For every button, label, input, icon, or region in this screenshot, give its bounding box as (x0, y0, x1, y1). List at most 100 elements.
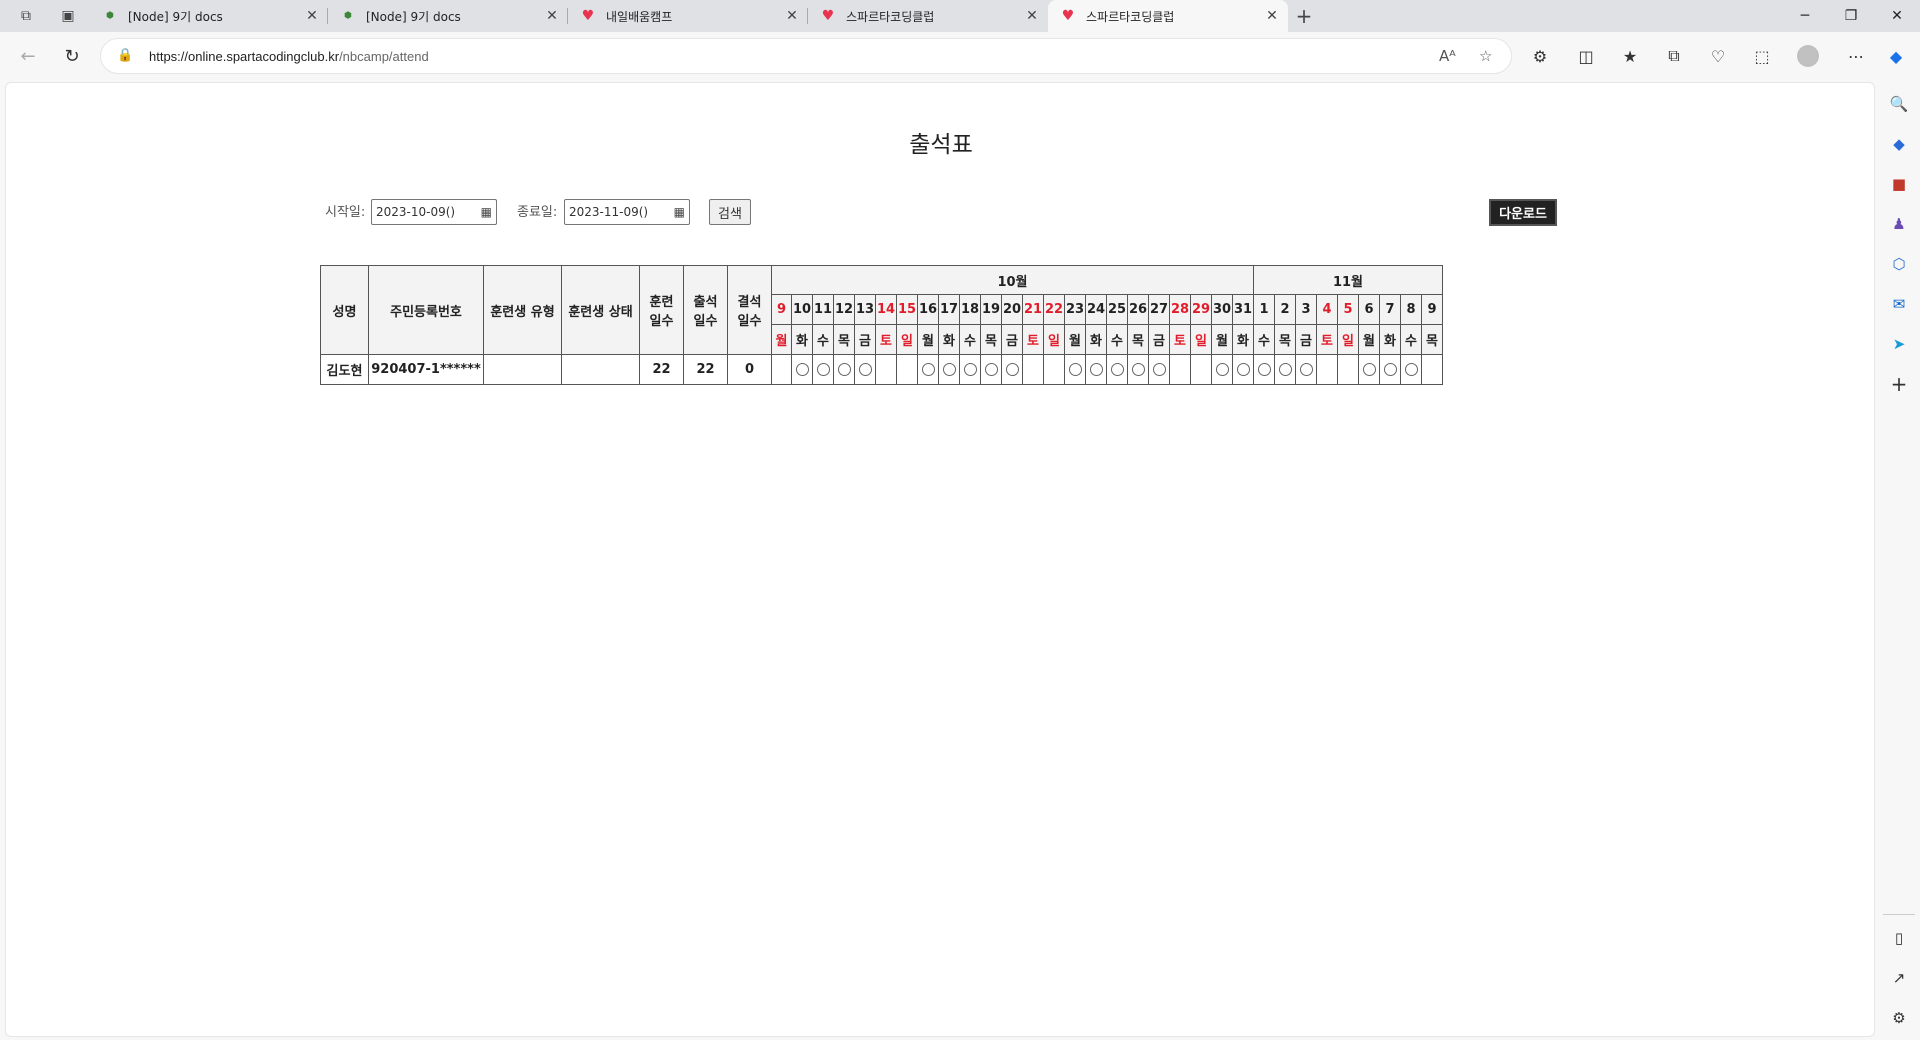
weekday-header: 수 (959, 324, 981, 355)
tab-spartacoding-1[interactable]: ♥ 스파르타코딩클럽 ✕ (808, 0, 1048, 32)
attendance-cell (1169, 354, 1191, 385)
day-header: 10 (791, 294, 813, 325)
profile-icon[interactable] (1796, 44, 1820, 68)
favorite-star-icon[interactable]: ☆ (1479, 47, 1492, 65)
day-header: 16 (917, 294, 939, 325)
add-sidebar-app-icon[interactable]: + (1887, 372, 1911, 396)
close-icon[interactable]: ✕ (782, 8, 802, 24)
attendance-cell (1358, 354, 1380, 385)
microsoft365-icon[interactable]: ⬡ (1887, 252, 1911, 276)
screenshot-icon[interactable]: ⬚ (1750, 44, 1774, 68)
tab-actions-icon[interactable]: ▣ (56, 4, 80, 28)
hide-sidebar-icon[interactable]: ▯ (1887, 926, 1911, 950)
external-link-icon[interactable]: ↗ (1887, 966, 1911, 990)
copilot-icon[interactable]: ◆ (1884, 44, 1908, 68)
attendance-cell (1022, 354, 1044, 385)
more-menu-icon[interactable]: ⋯ (1844, 44, 1868, 68)
attendance-cell (1421, 354, 1443, 385)
heart-icon: ♥ (1061, 8, 1075, 24)
split-screen-icon[interactable]: ◫ (1574, 44, 1598, 68)
address-bar[interactable]: 🔒 https://online.spartacodingclub.kr/nbc… (100, 38, 1512, 74)
day-header: 7 (1379, 294, 1401, 325)
weekday-header: 수 (1253, 324, 1275, 355)
end-date-label: 종료일: (517, 205, 558, 220)
close-icon[interactable]: ✕ (542, 8, 562, 24)
day-header: 4 (1316, 294, 1338, 325)
day-header: 17 (938, 294, 960, 325)
weekday-header: 금 (1295, 324, 1317, 355)
new-tab-icon[interactable]: + (1292, 4, 1316, 28)
close-icon[interactable]: ✕ (1022, 8, 1042, 24)
attendance-mark-icon (1005, 363, 1019, 376)
drop-icon[interactable]: ➤ (1887, 332, 1911, 356)
day-header: 22 (1043, 294, 1065, 325)
month-header: 10월 (771, 265, 1254, 295)
weekday-header: 목 (833, 324, 855, 355)
sidebar-settings-icon[interactable]: ⚙ (1887, 1006, 1911, 1030)
weekday-header: 목 (980, 324, 1002, 355)
attendance-cell (1295, 354, 1317, 385)
edge-sidebar: 🔍 ◆ ■ ♟ ⬡ ✉ ➤ + ▯ ↗ ⚙ (1877, 80, 1920, 1040)
end-date-input[interactable]: 2023-11-09() ▦ (564, 199, 690, 225)
day-header: 15 (896, 294, 918, 325)
tab-node-docs-2[interactable]: ⬢ [Node] 9기 docs ✕ (328, 0, 568, 32)
tools-icon[interactable]: ■ (1887, 172, 1911, 196)
weekday-header: 일 (1190, 324, 1212, 355)
window-close-icon[interactable]: ✕ (1874, 0, 1920, 32)
read-aloud-icon[interactable]: Aᴬ (1439, 47, 1456, 65)
weekday-header: 목 (1274, 324, 1296, 355)
day-header: 2 (1274, 294, 1296, 325)
attendance-cell (1337, 354, 1359, 385)
minimize-icon[interactable]: ─ (1782, 0, 1828, 32)
day-header: 14 (875, 294, 897, 325)
start-date-value: 2023-10-09() (376, 205, 456, 219)
url-text[interactable]: https://online.spartacodingclub.kr/nbcam… (149, 49, 429, 64)
header-attend-days-line1: 출석 (693, 295, 718, 310)
search-icon[interactable]: 🔍 (1887, 92, 1911, 116)
collections-icon[interactable]: ⧉ (1662, 44, 1686, 68)
shopping-tag-icon[interactable]: ◆ (1887, 132, 1911, 156)
outlook-icon[interactable]: ✉ (1887, 292, 1911, 316)
attendance-mark-icon (1068, 363, 1082, 376)
tab-node-docs-1[interactable]: ⬢ [Node] 9기 docs ✕ (90, 0, 328, 32)
attendance-cell (771, 354, 792, 385)
day-header: 30 (1211, 294, 1233, 325)
close-icon[interactable]: ✕ (1262, 8, 1282, 24)
restore-icon[interactable]: ❐ (1828, 0, 1874, 32)
day-header: 11 (812, 294, 834, 325)
attendance-cell (1232, 354, 1254, 385)
close-icon[interactable]: ✕ (302, 8, 322, 24)
extensions-icon[interactable]: ⚙ (1528, 44, 1552, 68)
calendar-icon[interactable]: ▦ (481, 205, 492, 219)
calendar-icon[interactable]: ▦ (674, 205, 685, 219)
favorites-icon[interactable]: ★ (1618, 44, 1642, 68)
avatar (1797, 45, 1819, 67)
attendance-mark-icon (1215, 363, 1229, 376)
back-icon[interactable]: ← (14, 42, 42, 70)
header-train-days-line2: 일수 (649, 314, 674, 329)
refresh-icon[interactable]: ↻ (58, 42, 86, 70)
attendance-cell (917, 354, 939, 385)
workspaces-icon[interactable]: ⧉ (14, 4, 38, 28)
search-button[interactable]: 검색 (709, 199, 751, 225)
download-button[interactable]: 다운로드 (1489, 199, 1557, 226)
browser-essentials-icon[interactable]: ♡ (1706, 44, 1730, 68)
tab-nbcamp[interactable]: ♥ 내일배움캠프 ✕ (568, 0, 808, 32)
header-status: 훈련생 상태 (561, 265, 640, 355)
games-icon[interactable]: ♟ (1887, 212, 1911, 236)
day-header: 24 (1085, 294, 1107, 325)
node-icon: ⬢ (344, 11, 352, 21)
attendance-mark-icon (795, 363, 809, 376)
attendance-mark-icon (816, 363, 830, 376)
heart-icon: ♥ (821, 8, 835, 24)
tab-title: [Node] 9기 docs (366, 9, 461, 24)
day-header: 8 (1400, 294, 1422, 325)
day-header: 26 (1127, 294, 1149, 325)
attendance-mark-icon (1131, 363, 1145, 376)
weekday-header: 금 (1001, 324, 1023, 355)
weekday-header: 화 (1085, 324, 1107, 355)
tab-spartacoding-active[interactable]: ♥ 스파르타코딩클럽 ✕ (1048, 0, 1288, 32)
start-date-input[interactable]: 2023-10-09() ▦ (371, 199, 497, 225)
attendance-mark-icon (1278, 363, 1292, 376)
cell-status (561, 354, 640, 385)
